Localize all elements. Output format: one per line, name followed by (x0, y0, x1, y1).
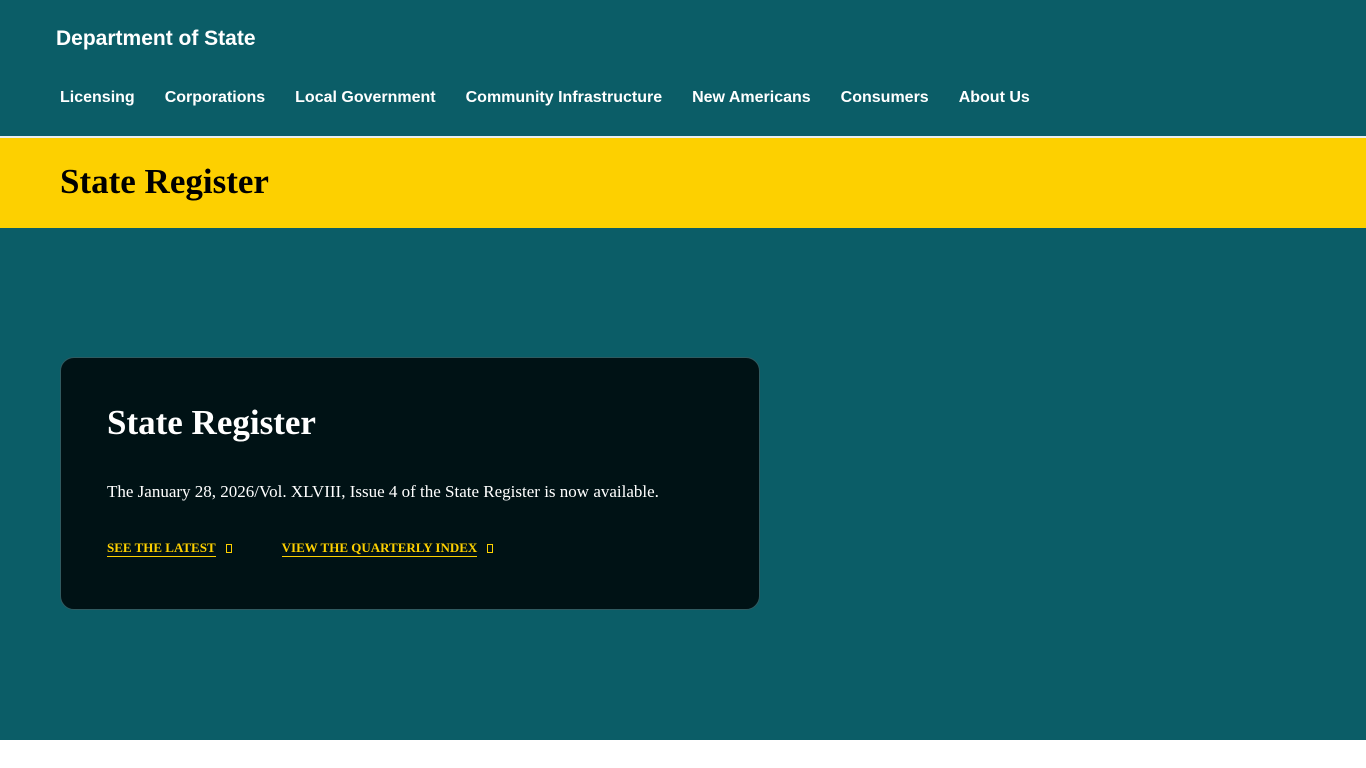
see-the-latest-link[interactable]: SEE THE LATEST (107, 540, 232, 557)
nav-item-new-americans[interactable]: New Americans (692, 86, 811, 110)
nav-item-corporations[interactable]: Corporations (165, 86, 265, 110)
nav-item-about-us[interactable]: About Us (959, 86, 1030, 110)
external-link-icon (225, 544, 232, 553)
page-title: State Register (60, 162, 269, 201)
state-register-card: State Register The January 28, 2026/Vol.… (60, 357, 760, 610)
see-the-latest-label: SEE THE LATEST (107, 540, 216, 557)
card-description: The January 28, 2026/Vol. XLVIII, Issue … (107, 482, 659, 501)
nav-item-local-government[interactable]: Local Government (295, 86, 435, 110)
card-title: State Register (107, 403, 316, 442)
page-title-band: State Register (0, 138, 1366, 228)
view-quarterly-index-label: VIEW THE QUARTERLY INDEX (281, 540, 478, 557)
external-link-icon (487, 544, 494, 553)
main-nav: Licensing Corporations Local Government … (60, 86, 1030, 110)
nav-item-licensing[interactable]: Licensing (60, 86, 135, 110)
nav-item-consumers[interactable]: Consumers (841, 86, 929, 110)
nav-item-community-infrastructure[interactable]: Community Infrastructure (466, 86, 662, 110)
site-title-link[interactable]: Department of State (56, 25, 256, 53)
card-links: SEE THE LATEST VIEW THE QUARTERLY INDEX (107, 540, 494, 557)
main-content: State Register The January 28, 2026/Vol.… (0, 228, 1366, 740)
site-header: Department of State Licensing Corporatio… (0, 0, 1366, 136)
view-quarterly-index-link[interactable]: VIEW THE QUARTERLY INDEX (281, 540, 494, 557)
